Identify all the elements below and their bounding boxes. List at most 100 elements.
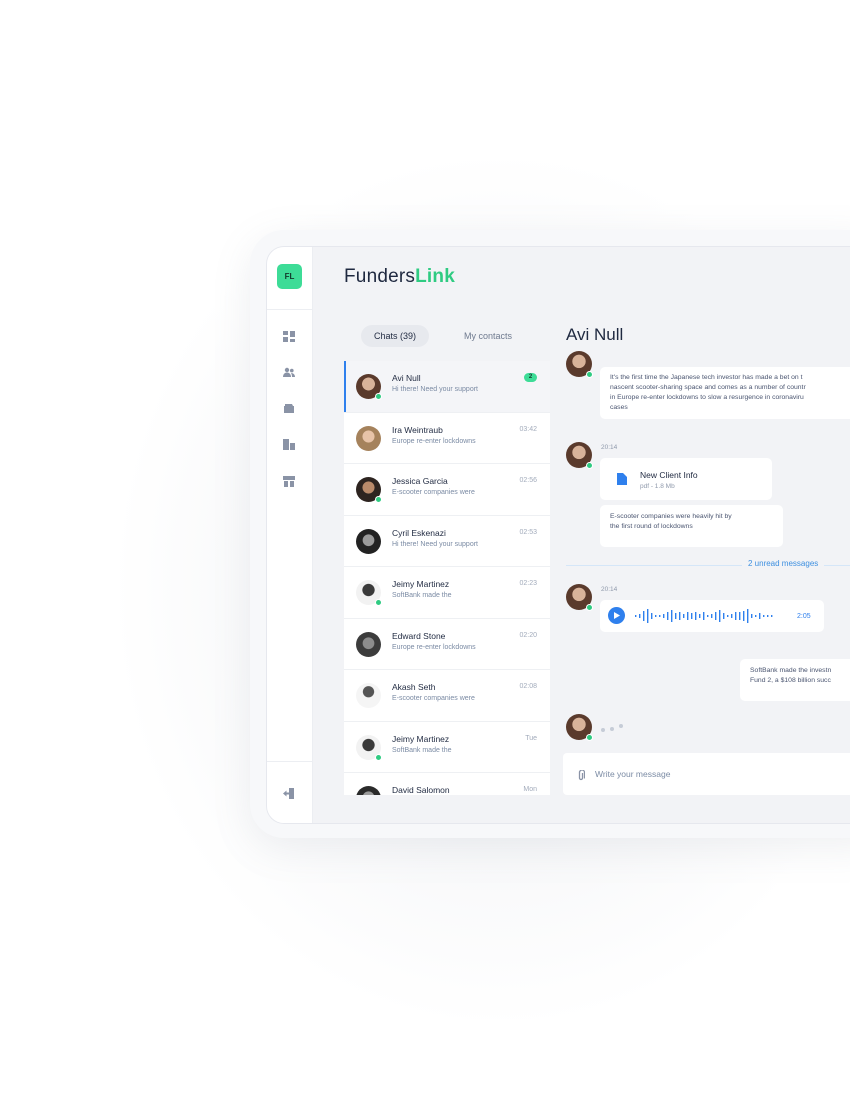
chat-list-item[interactable]: Jeimy Martinez SoftBank made the 02:23: [344, 567, 550, 619]
message-line: cases: [610, 403, 628, 411]
online-status-dot: [586, 371, 593, 378]
chat-preview: Hi there! Need your support: [392, 386, 478, 393]
chat-name: Avi Null: [392, 373, 421, 383]
chat-list-item[interactable]: Avi Null Hi there! Need your support 2: [344, 361, 550, 413]
chat-name: Akash Seth: [392, 682, 436, 692]
typing-dot: [610, 727, 614, 731]
file-name: New Client Info: [640, 470, 698, 480]
chat-list-item[interactable]: Cyril Eskenazi Hi there! Need your suppo…: [344, 516, 550, 567]
companies-icon[interactable]: [282, 438, 296, 450]
online-status-dot: [375, 496, 382, 503]
chat-time: 02:56: [519, 477, 537, 484]
chat-preview: Europe re-enter lockdowns: [392, 437, 476, 445]
chat-tabs: Chats (39) My contacts: [361, 325, 525, 347]
app-logo[interactable]: FL: [277, 264, 302, 289]
avatar: [356, 477, 382, 503]
rail-divider: [267, 309, 313, 310]
file-attachment[interactable]: New Client Info pdf - 1.8 Mb: [600, 458, 772, 500]
message-line: the first round of lockdowns: [610, 522, 693, 530]
chat-list-item[interactable]: Ira Weintraub Europe re-enter lockdowns …: [344, 413, 550, 464]
message-bubble: It's the first time the Japanese tech in…: [600, 367, 850, 420]
avatar: [356, 528, 381, 554]
chat-preview: SoftBank made the: [392, 746, 452, 754]
chat-preview: E-scooter companies were: [392, 695, 475, 702]
chat-name: Edward Stone: [392, 630, 446, 641]
avatar: [356, 374, 382, 400]
chat-list-item[interactable]: Jeimy Martinez SoftBank made the Tue: [344, 722, 550, 773]
chat-time: Mon: [523, 786, 537, 793]
app-screen: FL FundersLink Chats (39) My contacts Av…: [266, 246, 850, 824]
chat-preview: SoftBank made the: [392, 592, 452, 599]
chat-list-item[interactable]: Akash Seth E-scooter companies were 02:0…: [344, 670, 550, 722]
tab-my-contacts[interactable]: My contacts: [451, 325, 525, 347]
chat-preview: Hi there! Need your support: [392, 540, 478, 548]
avatar: [356, 631, 381, 657]
message-line: Fund 2, a $108 billion succ: [750, 676, 831, 684]
message-line: It's the first time the Japanese tech in…: [610, 374, 803, 381]
avatar: [566, 442, 593, 469]
avatar: [356, 425, 381, 451]
chat-name: David Salomon: [392, 785, 450, 795]
typing-dot: [601, 728, 605, 732]
chat-name: Jeimy Martinez: [392, 579, 450, 589]
message-input[interactable]: [595, 766, 845, 782]
file-icon: [617, 473, 627, 489]
chat-name: Jessica Garcia: [392, 476, 448, 486]
play-button[interactable]: [608, 607, 625, 624]
wallet-icon[interactable]: [282, 402, 296, 414]
message-line: E-scooter companies were heavily hit by: [610, 513, 732, 520]
chat-time: 03:42: [519, 425, 537, 433]
file-meta: pdf - 1.8 Mb: [640, 483, 675, 490]
rail-divider: [267, 761, 313, 762]
chat-list-item[interactable]: David Salomon Mon: [344, 773, 550, 795]
avatar: [566, 714, 593, 741]
logout-icon[interactable]: [282, 787, 296, 799]
chat-preview: E-scooter companies were: [392, 489, 475, 496]
conversation-title: Avi Null: [566, 325, 624, 344]
online-status-dot: [586, 604, 593, 611]
unread-label: 2 unread messages: [742, 559, 825, 568]
chat-time: Tue: [525, 734, 537, 742]
brand-name: Funders: [344, 266, 416, 287]
message-line: nascent scooter-sharing space and comes …: [610, 383, 806, 391]
waveform-icon: [635, 609, 773, 623]
tab-chats[interactable]: Chats (39): [361, 325, 430, 347]
chat-list: Avi Null Hi there! Need your support 2 I…: [344, 361, 550, 795]
brand-name-accent: Link: [415, 266, 455, 287]
brand-wordmark: FundersLink: [344, 266, 455, 288]
voice-duration: 2:05: [797, 613, 811, 620]
message-line: SoftBank made the investn: [750, 667, 832, 674]
online-status-dot: [586, 462, 593, 469]
online-status-dot: [586, 734, 593, 741]
message-bubble: E-scooter companies were heavily hit by …: [600, 505, 783, 547]
chat-preview: Europe re-enter lockdowns: [392, 643, 476, 651]
chat-time: 02:20: [519, 631, 537, 639]
dashboard-icon[interactable]: [282, 330, 296, 342]
online-status-dot: [375, 599, 382, 606]
typing-dot: [619, 724, 623, 728]
message-line: in Europe re-enter lockdowns to slow a r…: [610, 393, 804, 401]
store-icon[interactable]: [282, 475, 296, 487]
avatar: [356, 734, 382, 761]
online-status-dot: [375, 393, 382, 400]
play-icon: [614, 612, 620, 619]
avatar: [566, 584, 593, 611]
chat-time: 02:53: [519, 528, 537, 536]
chat-list-item[interactable]: Jessica Garcia E-scooter companies were …: [344, 464, 550, 516]
message-time: 20:14: [601, 444, 618, 451]
avatar: [356, 786, 381, 795]
chat-list-item[interactable]: Edward Stone Europe re-enter lockdowns 0…: [344, 619, 550, 670]
chat-name: Cyril Eskenazi: [392, 527, 446, 538]
nav-rail: FL: [267, 247, 313, 823]
message-time: 20:14: [601, 586, 618, 593]
avatar: [356, 580, 382, 606]
chat-name: Ira Weintraub: [392, 424, 443, 435]
outgoing-message-bubble: SoftBank made the investn Fund 2, a $108…: [740, 659, 850, 701]
unread-badge: 2: [524, 373, 537, 382]
attachment-icon[interactable]: [577, 768, 586, 786]
avatar: [566, 351, 593, 378]
users-icon[interactable]: [282, 366, 296, 378]
voice-message: 2:05: [600, 600, 824, 632]
avatar: [356, 683, 381, 708]
online-status-dot: [375, 753, 382, 761]
